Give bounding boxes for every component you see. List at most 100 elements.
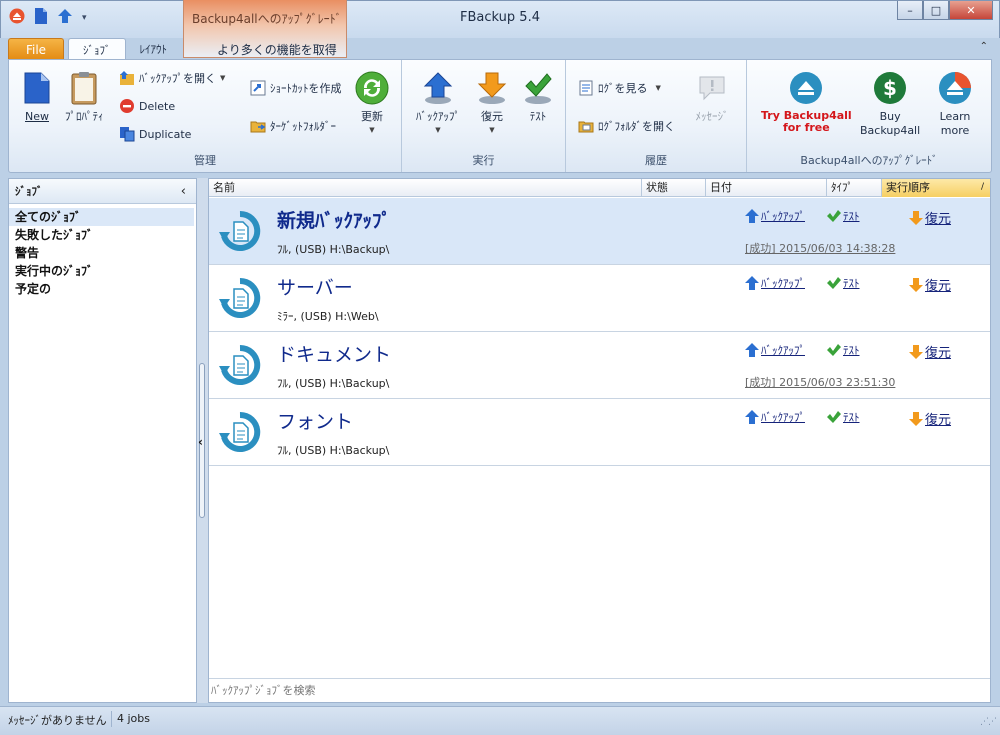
job-test-label: ﾃｽﾄ — [843, 210, 860, 223]
job-backup-link[interactable]: ﾊﾞｯｸｱｯﾌﾟ — [745, 409, 805, 425]
svg-text:$: $ — [883, 76, 897, 100]
filter-all-jobs[interactable]: 全てのｼﾞｮﾌﾞ — [9, 208, 194, 226]
new-button[interactable]: New — [19, 68, 55, 124]
backup-arrow-icon[interactable] — [57, 8, 73, 27]
job-row[interactable]: フォント ﾌﾙ, (USB) H:\Backup\ ﾊﾞｯｸｱｯﾌﾟ ﾃｽﾄ 復… — [209, 399, 990, 466]
app-logo-icon[interactable] — [9, 8, 25, 27]
open-backup-button[interactable]: ﾊﾞｯｸｱｯﾌﾟを開く ▼ — [119, 70, 225, 86]
properties-button[interactable]: ﾌﾟﾛﾊﾟﾃｨ — [65, 68, 104, 124]
open-backup-dropdown-icon: ▼ — [220, 74, 226, 82]
maximize-button[interactable]: □ — [923, 1, 949, 20]
restore-arrow-icon — [909, 344, 923, 359]
filter-running-jobs[interactable]: 実行中のｼﾞｮﾌﾞ — [9, 262, 196, 280]
job-restore-link[interactable]: 復元 — [909, 342, 951, 361]
tab-file[interactable]: File — [8, 38, 64, 60]
restore-dropdown-icon: ▼ — [489, 126, 495, 134]
column-header: 名前 状態 日付 ﾀｲﾌﾟ 実行順序 / — [209, 179, 990, 197]
filter-failed-jobs[interactable]: 失敗したｼﾞｮﾌﾞ — [9, 226, 196, 244]
tab-upgrade[interactable]: より多くの機能を取得 — [203, 38, 351, 60]
learn-line2-label: more — [940, 124, 970, 137]
learn-line1-label: Learn — [939, 110, 971, 123]
restore-button[interactable]: 復元 ▼ — [474, 68, 510, 134]
filter-warnings[interactable]: 警告 — [9, 244, 196, 262]
sort-indicator-icon: / — [980, 182, 984, 192]
filter-scheduled[interactable]: 予定の — [9, 280, 196, 298]
ribbon-collapse-icon[interactable]: ⌃ — [980, 41, 988, 52]
status-message: ﾒｯｾｰｼﾞがありません — [8, 714, 107, 727]
collapse-panel-icon[interactable]: ‹ — [181, 184, 186, 199]
test-check-icon — [827, 410, 841, 424]
column-name[interactable]: 名前 — [209, 179, 642, 197]
job-test-link[interactable]: ﾃｽﾄ — [827, 275, 860, 291]
job-backup-label: ﾊﾞｯｸｱｯﾌﾟ — [761, 344, 805, 357]
backup4all-logo-icon — [788, 68, 824, 108]
job-restore-label: 復元 — [925, 346, 952, 361]
test-button[interactable]: ﾃｽﾄ — [520, 68, 556, 124]
job-restore-link[interactable]: 復元 — [909, 275, 951, 294]
target-folder-button[interactable]: ﾀｰｹﾞｯﾄﾌｫﾙﾀﾞｰ — [250, 118, 336, 134]
refresh-button[interactable]: 更新 ▼ — [354, 68, 390, 134]
job-restore-link[interactable]: 復元 — [909, 409, 951, 428]
customize-qat-icon[interactable]: ▾ — [82, 13, 87, 23]
minimize-button[interactable]: – — [897, 1, 923, 20]
job-row[interactable]: ドキュメント ﾌﾙ, (USB) H:\Backup\ ﾊﾞｯｸｱｯﾌﾟ ﾃｽﾄ… — [209, 332, 990, 399]
new-document-icon — [19, 68, 55, 108]
column-run-order-label: 実行順序 — [886, 181, 930, 194]
test-label: ﾃｽﾄ — [529, 110, 547, 123]
tab-job[interactable]: ｼﾞｮﾌﾞ — [68, 38, 126, 60]
try-backup4all-button[interactable]: Try Backup4all for free — [761, 68, 852, 134]
shortcut-icon — [250, 80, 266, 96]
refresh-dropdown-icon: ▼ — [369, 126, 375, 134]
view-log-button[interactable]: ﾛｸﾞを見る ▼ — [578, 80, 661, 96]
learn-more-button[interactable]: Learn more — [937, 68, 973, 138]
view-log-label: ﾛｸﾞを見る — [598, 82, 648, 95]
restore-down-arrow-icon — [474, 68, 510, 108]
delete-button[interactable]: Delete — [119, 98, 175, 114]
job-status[interactable]: [成功] 2015/06/03 14:38:28 — [745, 240, 895, 256]
buy-line2-label: Backup4all — [860, 124, 921, 137]
panel-splitter[interactable]: ‹ — [197, 178, 208, 703]
job-test-link[interactable]: ﾃｽﾄ — [827, 208, 860, 224]
job-filter-list: 全てのｼﾞｮﾌﾞ 失敗したｼﾞｮﾌﾞ 警告 実行中のｼﾞｮﾌﾞ 予定の — [9, 204, 196, 298]
status-separator — [111, 711, 112, 727]
messages-bubble-icon — [694, 68, 730, 108]
job-test-link[interactable]: ﾃｽﾄ — [827, 409, 860, 425]
backup-arrow-icon — [745, 343, 759, 357]
test-check-icon — [827, 209, 841, 223]
learn-more-logo-icon — [937, 68, 973, 108]
job-search-input[interactable] — [209, 679, 990, 701]
status-job-count: 4 jobs — [117, 712, 150, 725]
backup-dropdown-icon: ▼ — [435, 126, 441, 134]
clipboard-icon — [66, 68, 102, 108]
job-backup-link[interactable]: ﾊﾞｯｸｱｯﾌﾟ — [745, 275, 805, 291]
buy-backup4all-button[interactable]: $ Buy Backup4all — [860, 68, 920, 138]
open-log-folder-button[interactable]: ﾛｸﾞﾌｫﾙﾀﾞを開く — [578, 118, 675, 134]
job-test-label: ﾃｽﾄ — [843, 411, 860, 424]
job-row[interactable]: サーバー ﾐﾗｰ, (USB) H:\Web\ ﾊﾞｯｸｱｯﾌﾟ ﾃｽﾄ 復元 — [209, 265, 990, 332]
column-run-order[interactable]: 実行順序 / — [882, 179, 990, 197]
column-type[interactable]: ﾀｲﾌﾟ — [827, 179, 882, 197]
job-status[interactable]: [成功] 2015/06/03 23:51:30 — [745, 374, 895, 390]
create-shortcut-button[interactable]: ｼｮｰﾄｶｯﾄを作成 — [250, 80, 342, 96]
test-check-icon — [827, 343, 841, 357]
splitter-collapse-icon[interactable]: ‹ — [198, 435, 203, 449]
tab-layout[interactable]: ﾚｲｱｳﾄ — [126, 38, 182, 60]
duplicate-button[interactable]: Duplicate — [119, 126, 191, 142]
close-button[interactable]: ✕ — [949, 1, 993, 20]
job-backup-link[interactable]: ﾊﾞｯｸｱｯﾌﾟ — [745, 342, 805, 358]
resize-grip-icon[interactable]: ⋰⋰ — [980, 717, 997, 727]
messages-button[interactable]: ﾒｯｾｰｼﾞ — [694, 68, 730, 124]
job-backup-link[interactable]: ﾊﾞｯｸｱｯﾌﾟ — [745, 208, 805, 224]
job-restore-link[interactable]: 復元 — [909, 208, 951, 227]
delete-icon — [119, 98, 135, 114]
column-state[interactable]: 状態 — [642, 179, 706, 197]
job-row[interactable]: 新規ﾊﾞｯｸｱｯﾌﾟ ﾌﾙ, (USB) H:\Backup\ ﾊﾞｯｸｱｯﾌﾟ… — [209, 198, 990, 265]
new-job-icon[interactable] — [34, 8, 48, 27]
job-test-link[interactable]: ﾃｽﾄ — [827, 342, 860, 358]
status-bar: ﾒｯｾｰｼﾞがありません 4 jobs ⋰⋰ — [0, 706, 1000, 735]
duplicate-label: Duplicate — [139, 127, 192, 141]
group-upgrade: Try Backup4all for free $ Buy Backup4all… — [747, 60, 991, 172]
column-date[interactable]: 日付 — [706, 179, 827, 197]
backup-button[interactable]: ﾊﾞｯｸｱｯﾌﾟ ▼ — [416, 68, 460, 134]
title-bar: ▾ FBackup 5.4 – □ ✕ — [0, 0, 1000, 38]
